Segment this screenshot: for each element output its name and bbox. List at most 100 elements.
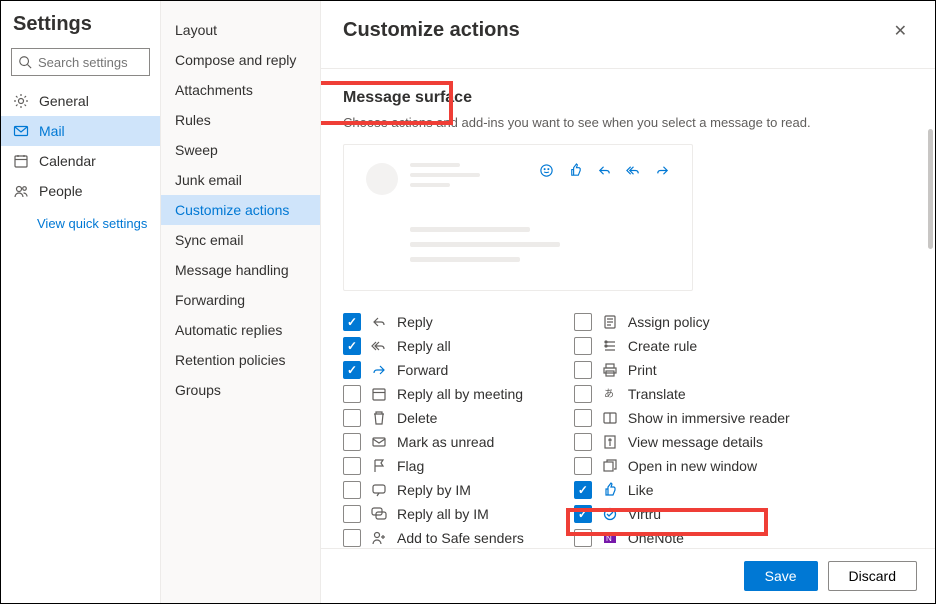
like-icon <box>602 482 618 498</box>
checkbox-like[interactable] <box>574 481 592 499</box>
action-label: Forward <box>397 362 448 378</box>
mid-item-layout[interactable]: Layout <box>161 15 320 45</box>
save-button[interactable]: Save <box>744 561 818 591</box>
reader-icon <box>602 410 618 426</box>
action-label: Assign policy <box>628 314 710 330</box>
action-label: Show in immersive reader <box>628 410 790 426</box>
preview-like-icon <box>568 163 583 178</box>
translate-icon: あ <box>602 386 618 402</box>
action-item-reply-all: Reply all <box>343 337 524 355</box>
checkbox-print[interactable] <box>574 361 592 379</box>
action-item-reader: Show in immersive reader <box>574 409 790 427</box>
footer: Save Discard <box>321 548 935 603</box>
checkbox-window[interactable] <box>574 457 592 475</box>
preview-smile-icon <box>539 163 554 178</box>
checkbox-policy[interactable] <box>574 313 592 331</box>
message-preview <box>343 144 693 291</box>
sidebar-item-mail[interactable]: Mail <box>1 116 160 146</box>
action-label: Mark as unread <box>397 434 494 450</box>
reply-all-icon <box>371 338 387 354</box>
delete-icon <box>371 410 387 426</box>
mid-item-attachments[interactable]: Attachments <box>161 75 320 105</box>
action-item-rule: Create rule <box>574 337 790 355</box>
nav-label: Calendar <box>39 153 96 169</box>
mid-item-autoreplies[interactable]: Automatic replies <box>161 315 320 345</box>
checkbox-flag[interactable] <box>343 457 361 475</box>
preview-action-icons <box>539 163 670 178</box>
action-label: Print <box>628 362 657 378</box>
gear-icon <box>13 93 29 109</box>
checkbox-person-add[interactable] <box>343 529 361 547</box>
people-icon <box>13 183 29 199</box>
settings-sidebar: Settings General Mail Calendar People Vi… <box>1 1 161 603</box>
section-title: Message surface <box>343 69 913 115</box>
mid-item-junk[interactable]: Junk email <box>161 165 320 195</box>
skeleton-lines <box>410 163 480 193</box>
action-item-im-all: Reply all by IM <box>343 505 524 523</box>
calendar-icon <box>13 153 29 169</box>
mid-item-customize-actions[interactable]: Customize actions <box>161 195 320 225</box>
checkbox-reply[interactable] <box>343 313 361 331</box>
checkbox-mail[interactable] <box>343 433 361 451</box>
action-label: Add to Safe senders <box>397 530 524 546</box>
action-item-forward: Forward <box>343 361 524 379</box>
discard-button[interactable]: Discard <box>828 561 917 591</box>
mid-item-sweep[interactable]: Sweep <box>161 135 320 165</box>
settings-title: Settings <box>1 13 160 48</box>
mid-item-forwarding[interactable]: Forwarding <box>161 285 320 315</box>
mid-item-handling[interactable]: Message handling <box>161 255 320 285</box>
search-input-field[interactable] <box>38 55 143 70</box>
checkbox-rule[interactable] <box>574 337 592 355</box>
action-label: OneNote <box>628 530 684 546</box>
actions-right-column: Assign policyCreate rulePrintあTranslateS… <box>574 313 790 548</box>
mid-item-retention[interactable]: Retention policies <box>161 345 320 375</box>
checkbox-onenote[interactable] <box>574 529 592 547</box>
scrollbar[interactable] <box>928 129 933 249</box>
checkbox-delete[interactable] <box>343 409 361 427</box>
print-icon <box>602 362 618 378</box>
svg-text:N: N <box>606 534 612 543</box>
checkbox-calendar[interactable] <box>343 385 361 403</box>
action-item-delete: Delete <box>343 409 524 427</box>
checkbox-reply-all[interactable] <box>343 337 361 355</box>
actions-left-column: ReplyReply allForwardReply all by meetin… <box>343 313 524 548</box>
search-settings-input[interactable] <box>11 48 150 76</box>
view-quick-settings-link[interactable]: View quick settings <box>1 206 160 231</box>
checkbox-im-all[interactable] <box>343 505 361 523</box>
action-item-policy: Assign policy <box>574 313 790 331</box>
mid-item-sync[interactable]: Sync email <box>161 225 320 255</box>
action-item-print: Print <box>574 361 790 379</box>
section-hint: Choose actions and add-ins you want to s… <box>343 115 913 130</box>
checkbox-im[interactable] <box>343 481 361 499</box>
checkbox-virtru[interactable] <box>574 505 592 523</box>
virtru-icon <box>602 506 618 522</box>
mid-item-groups[interactable]: Groups <box>161 375 320 405</box>
window-icon <box>602 458 618 474</box>
mid-item-rules[interactable]: Rules <box>161 105 320 135</box>
action-label: Create rule <box>628 338 697 354</box>
nav-label: Mail <box>39 123 65 139</box>
im-all-icon <box>371 506 387 522</box>
calendar-icon <box>371 386 387 402</box>
action-label: Virtru <box>628 506 661 522</box>
action-item-mail: Mark as unread <box>343 433 524 451</box>
action-label: Delete <box>397 410 437 426</box>
sidebar-item-people[interactable]: People <box>1 176 160 206</box>
checkbox-translate[interactable] <box>574 385 592 403</box>
avatar-placeholder <box>366 163 398 195</box>
im-icon <box>371 482 387 498</box>
checkbox-forward[interactable] <box>343 361 361 379</box>
checkbox-reader[interactable] <box>574 409 592 427</box>
action-label: Flag <box>397 458 424 474</box>
action-label: Like <box>628 482 654 498</box>
action-item-onenote: N OneNote <box>574 529 790 547</box>
checkbox-details[interactable] <box>574 433 592 451</box>
sidebar-item-general[interactable]: General <box>1 86 160 116</box>
mid-item-compose[interactable]: Compose and reply <box>161 45 320 75</box>
action-item-details: View message details <box>574 433 790 451</box>
action-label: Reply all <box>397 338 451 354</box>
close-button[interactable]: ✕ <box>888 19 913 43</box>
preview-forward-icon <box>655 163 670 178</box>
action-item-like: Like <box>574 481 790 499</box>
sidebar-item-calendar[interactable]: Calendar <box>1 146 160 176</box>
